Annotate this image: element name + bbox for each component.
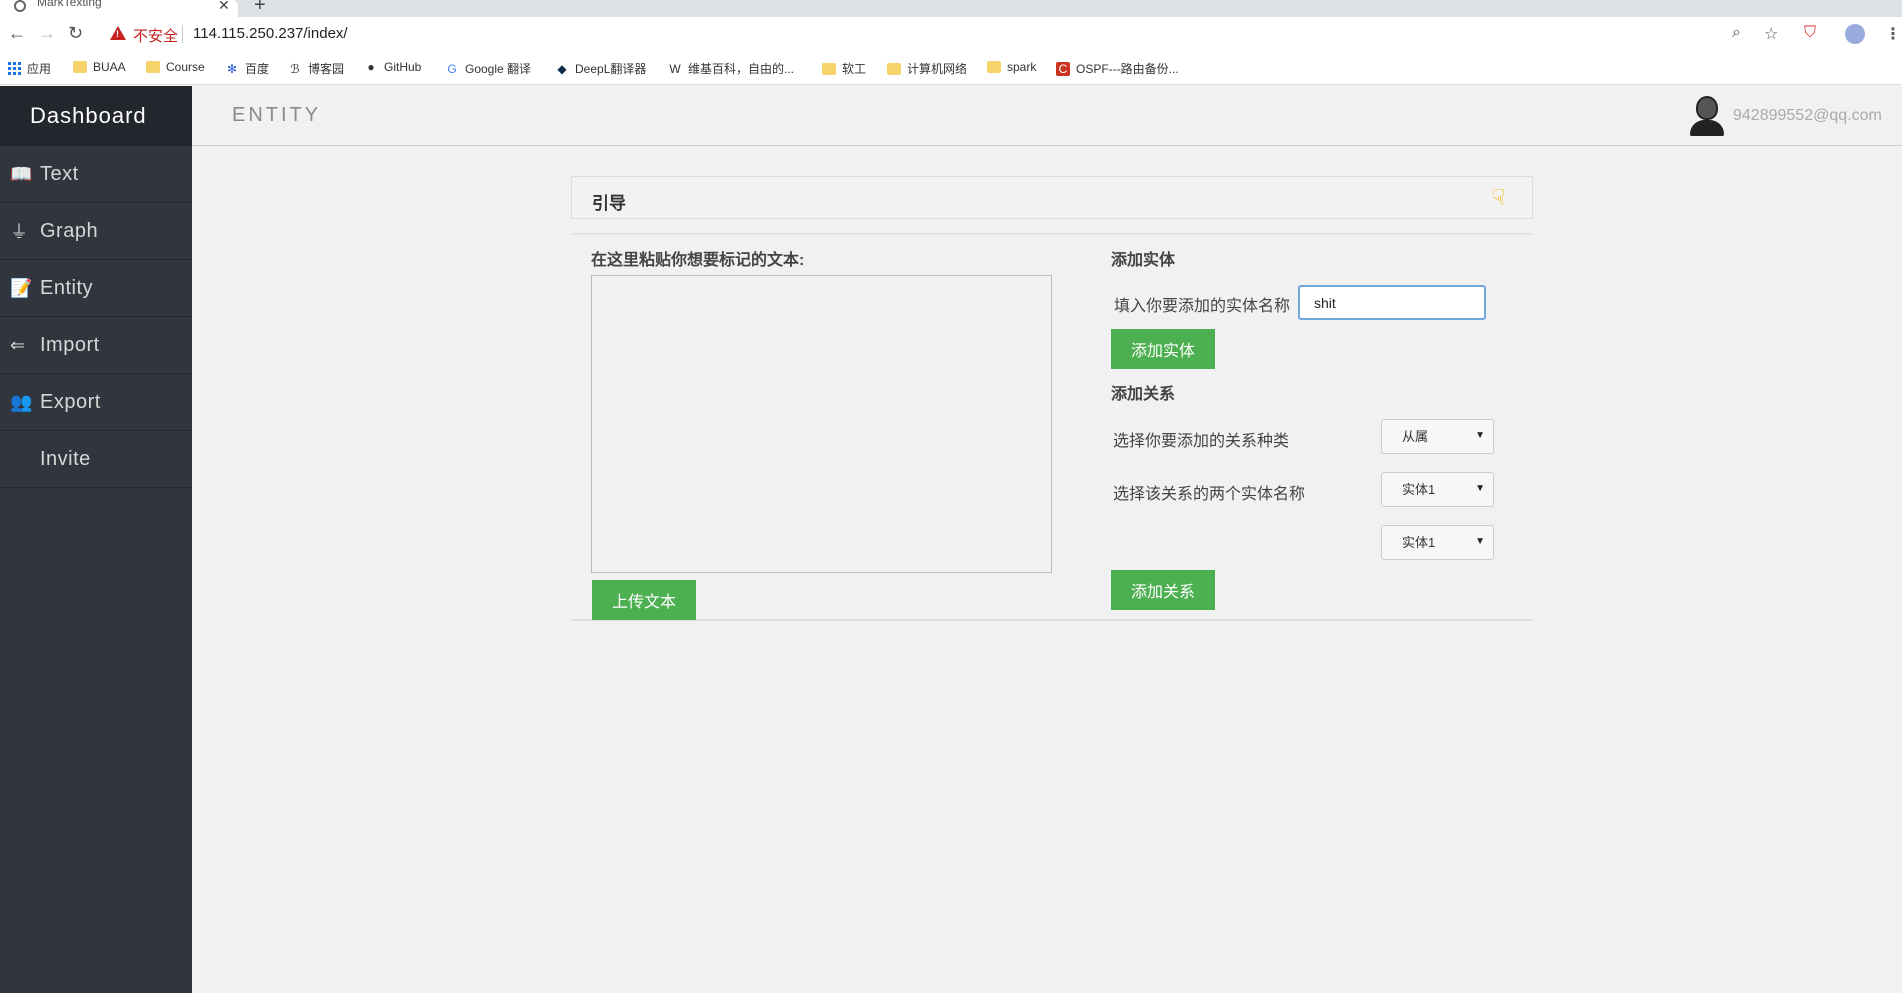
sidebar: Dashboard 📖 Text ⏚ Graph 📝 Entity ⇐ Impo…: [0, 86, 192, 993]
arrow-left-icon: ⇐: [10, 334, 26, 355]
warning-icon[interactable]: !: [110, 26, 126, 40]
bookmark-deepl[interactable]: ◆ DeepL翻译器: [555, 60, 646, 77]
deepl-icon: ◆: [557, 61, 567, 76]
bookmark-ruangong[interactable]: 软工: [822, 60, 866, 77]
close-tab-icon[interactable]: ✕: [218, 0, 230, 14]
bookmark-github[interactable]: ● GitHub: [364, 60, 421, 74]
baidu-icon: ✻: [226, 61, 238, 76]
browser-tab[interactable]: MarkTexting ✕: [0, 0, 238, 17]
bookmark-course[interactable]: Course: [146, 60, 205, 74]
chevron-down-icon: ▼: [1475, 430, 1485, 441]
tab-title: MarkTexting: [37, 0, 102, 9]
address-bar[interactable]: 114.115.250.237/index/: [193, 25, 348, 42]
chevron-down-icon: ▼: [1475, 483, 1485, 494]
topbar: ENTITY 942899552@qq.com: [192, 86, 1902, 146]
entity-name-input[interactable]: [1298, 285, 1486, 320]
relation-type-select[interactable]: 从属 ▼: [1381, 419, 1494, 454]
sidebar-item-invite[interactable]: Invite: [0, 431, 192, 488]
folder-icon: [987, 61, 1001, 73]
folder-icon: [146, 61, 160, 73]
google-translate-icon: G: [447, 61, 457, 76]
folder-icon: [822, 62, 836, 75]
user-avatar-icon[interactable]: [1687, 94, 1727, 138]
entity2-select[interactable]: 实体1 ▼: [1381, 525, 1494, 560]
entity1-select[interactable]: 实体1 ▼: [1381, 472, 1494, 507]
csdn-icon: C: [1056, 61, 1070, 76]
sidebar-nav: 📖 Text ⏚ Graph 📝 Entity ⇐ Import 👥 Expor…: [0, 146, 192, 488]
graph-icon: ⏚: [10, 222, 29, 242]
add-entity-section-title: 添加实体: [1111, 252, 1176, 269]
sidebar-item-import[interactable]: ⇐ Import: [0, 317, 192, 374]
user-email[interactable]: 942899552@qq.com: [1733, 107, 1882, 125]
back-icon[interactable]: ←: [8, 23, 26, 44]
users-icon: 👥: [10, 391, 33, 412]
security-label[interactable]: 不安全: [133, 25, 178, 46]
bookmark-google-translate[interactable]: G Google 翻译: [445, 60, 531, 77]
add-entity-button[interactable]: 添加实体: [1111, 329, 1215, 369]
relation-type-label: 选择你要添加的关系种类: [1113, 433, 1290, 450]
panel-title: 引导: [592, 194, 626, 213]
sidebar-item-text[interactable]: 📖 Text: [0, 146, 192, 203]
relation-entities-label: 选择该关系的两个实体名称: [1113, 486, 1306, 503]
new-tab-icon[interactable]: +: [254, 0, 266, 17]
sidebar-item-entity[interactable]: 📝 Entity: [0, 260, 192, 317]
page-title: ENTITY: [232, 104, 322, 126]
bookmark-buaa[interactable]: BUAA: [73, 60, 126, 74]
url-separator: [182, 25, 183, 43]
panel-divider: [571, 233, 1533, 235]
menu-kebab-icon[interactable]: ⋮: [1885, 24, 1901, 44]
bookmark-baidu[interactable]: ✻ 百度: [225, 60, 269, 77]
book-icon: 📖: [10, 163, 33, 184]
notepad-icon: 📝: [10, 277, 33, 298]
pointing-hand-icon[interactable]: ☟: [1492, 185, 1505, 211]
site-favicon-icon: [14, 0, 26, 12]
browser-toolbar: ← → ↻ ! 不安全 114.115.250.237/index/ ⌕ ☆ ⛉…: [0, 17, 1902, 51]
panel-header: 引导 ☟: [571, 176, 1533, 219]
chevron-down-icon: ▼: [1475, 536, 1485, 547]
bookmark-spark[interactable]: spark: [987, 60, 1036, 74]
github-icon: ●: [367, 60, 375, 74]
cnblogs-icon: ℬ: [290, 61, 300, 76]
brand-dashboard[interactable]: Dashboard: [0, 86, 192, 146]
reload-icon[interactable]: ↻: [68, 23, 83, 44]
sidebar-item-graph[interactable]: ⏚ Graph: [0, 203, 192, 260]
add-relation-section-title: 添加关系: [1111, 386, 1176, 403]
folder-icon: [887, 62, 901, 75]
bookmark-star-icon[interactable]: ☆: [1764, 24, 1778, 44]
profile-avatar[interactable]: [1845, 24, 1865, 44]
bookmark-network[interactable]: 计算机网络: [887, 60, 967, 77]
forward-icon[interactable]: →: [38, 23, 56, 44]
bookmarks-bar: 应用 BUAA Course ✻ 百度 ℬ 博客园 ● GitHub G Goo…: [0, 51, 1902, 85]
bookmark-apps[interactable]: 应用: [8, 60, 51, 77]
extension-shield-icon[interactable]: ⛉: [1804, 24, 1816, 42]
tab-strip: MarkTexting ✕ +: [0, 0, 1902, 17]
bookmark-wikipedia[interactable]: W 维基百科，自由的...: [668, 60, 794, 77]
zoom-icon[interactable]: ⌕: [1732, 24, 1741, 42]
wikipedia-icon: W: [669, 61, 681, 76]
apps-grid-icon: [8, 62, 21, 75]
paste-text-area[interactable]: [591, 275, 1052, 573]
upload-text-button[interactable]: 上传文本: [592, 580, 696, 620]
entity-name-label: 填入你要添加的实体名称: [1114, 298, 1291, 315]
paste-text-label: 在这里粘贴你想要标记的文本:: [591, 252, 805, 269]
sidebar-item-export[interactable]: 👥 Export: [0, 374, 192, 431]
guide-panel: 引导 ☟ 在这里粘贴你想要标记的文本: 上传文本 添加实体 填入你要添加的实体名…: [571, 176, 1533, 621]
bookmark-ospf[interactable]: C OSPF---路由备份...: [1056, 60, 1179, 77]
folder-icon: [73, 61, 87, 73]
bookmark-cnblogs[interactable]: ℬ 博客园: [288, 60, 344, 77]
add-relation-button[interactable]: 添加关系: [1111, 570, 1215, 610]
